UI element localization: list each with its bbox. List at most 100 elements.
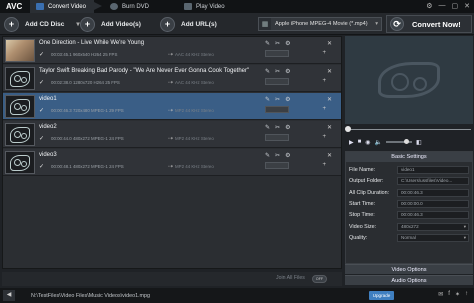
audio-track-select[interactable] [265,106,289,113]
setting-value[interactable]: 480x272 [397,222,469,231]
effects-icon[interactable]: ⚙ [285,68,290,75]
effects-icon[interactable]: ⚙ [285,152,290,159]
tab-burn-dvd[interactable]: Burn DVD [104,0,150,13]
setting-row: Quality: Normal [346,233,472,243]
convert-video-icon [36,3,44,10]
cut-icon[interactable]: ✂ [275,96,280,103]
file-row[interactable]: video2 ✓ 00:00:44.0 480x272 MPEG-1 24 FPS ⇢… [3,121,341,148]
setting-label: Start Time: [349,200,376,207]
tab-label: Convert Video [48,3,86,10]
seek-bar[interactable] [345,126,473,132]
facebook-icon[interactable]: f [448,291,450,298]
tab-convert-video[interactable]: Convert Video [30,0,102,13]
setting-row: Stop Time: 00:00:46.3 [346,210,472,220]
file-row[interactable]: One Direction - Live While We're Young ✓ 0… [3,37,341,64]
add-urls-button[interactable]: + Add URL(s) [160,16,217,32]
settings-icon[interactable]: ⚙ [426,2,432,10]
join-toggle[interactable]: OFF [312,275,327,283]
speaker-icon[interactable]: 🔈 [375,139,382,146]
setting-value[interactable]: 00:00:46.3 [397,188,469,197]
subtitle-icon[interactable]: ✎ [265,124,270,131]
chevron-down-icon: ▾ [375,21,378,27]
cut-icon[interactable]: ✂ [275,68,280,75]
effects-icon[interactable]: ⚙ [285,96,290,103]
output-profile-select[interactable]: ▦ Apple iPhone MPEG-4 Movie (*.mp4) ▾ [258,17,382,31]
add-cd-button[interactable]: + Add CD Disc ▾ [4,16,80,32]
checkbox-icon[interactable]: ✓ [39,79,44,86]
plus-icon: + [80,16,95,32]
add-icon[interactable]: + [322,50,326,56]
setting-row: Output Folder: C:\Users\ussfiles\Video... [346,176,472,186]
audio-info: MP2 44 KHz Stereo [175,164,214,169]
setting-value[interactable]: Normal [397,233,469,242]
setting-value[interactable]: video1 [397,166,469,174]
convert-now-button[interactable]: ⟳ Convert Now! [386,15,472,33]
add-icon[interactable]: + [322,134,326,140]
basic-settings-header[interactable]: Basic Settings [346,152,472,162]
add-icon[interactable]: + [322,78,326,84]
file-title: video2 [39,124,57,130]
close-icon[interactable]: ✕ [464,2,470,10]
audio-track-select[interactable] [265,50,289,57]
tab-play-video[interactable]: Play Video [178,0,238,13]
file-row[interactable]: video1 ✓ 00:00:46.3 720x480 MPEG-1 29 FPS ⇢… [3,93,341,120]
subtitle-icon[interactable]: ✎ [265,68,270,75]
audio-track-select[interactable] [265,78,289,85]
play-icon[interactable]: ▶ [349,139,354,146]
cut-icon[interactable]: ✂ [275,124,280,131]
mail-icon[interactable]: ✉ [438,291,443,298]
subtitle-icon[interactable]: ✎ [265,40,270,47]
stop-icon[interactable]: ■ [358,139,362,145]
audio-track-select[interactable] [265,134,289,141]
video-options-button[interactable]: Video Options [345,264,473,274]
back-icon[interactable]: ◀ [3,290,15,301]
screen-icon[interactable]: ◧ [416,139,422,146]
checkbox-icon[interactable]: ✓ [39,135,44,142]
arrow-icon: ⇢ [168,80,174,86]
maximize-icon[interactable]: ▢ [452,2,459,10]
close-icon[interactable]: ✕ [327,68,332,75]
close-icon[interactable]: ✕ [327,152,332,159]
setting-row: All Clip Duration: 00:00:46.3 [346,188,472,198]
cut-icon[interactable]: ✂ [275,40,280,47]
star-icon[interactable]: ✶ [455,291,460,298]
add-icon[interactable]: + [322,106,326,112]
play-icon [184,3,192,10]
checkbox-icon[interactable]: ✓ [39,107,44,114]
add-videos-button[interactable]: + Add Video(s) [80,16,141,32]
setting-label: All Clip Duration: [349,189,390,196]
upgrade-button[interactable]: Upgrade [369,291,394,300]
cut-icon[interactable]: ✂ [275,152,280,159]
audio-info: AAC 44 KHz Stereo [175,52,214,57]
profile-icon: ▦ [259,18,271,30]
audio-info: MP2 44 KHz Stereo [175,136,214,141]
effects-icon[interactable]: ⚙ [285,124,290,131]
add-icon[interactable]: + [322,162,326,168]
setting-value[interactable]: C:\Users\ussfiles\Video... [397,177,469,186]
file-row[interactable]: video3 ✓ 00:00:48.1 480x272 MPEG-1 24 FPS ⇢… [3,149,341,176]
convert-label: Convert Now! [412,19,461,29]
checkbox-icon[interactable]: ✓ [39,163,44,170]
seek-knob[interactable] [345,126,351,132]
status-icons: ✉ f ✶ ↑ [438,291,468,298]
audio-options-button[interactable]: Audio Options [345,275,473,285]
subtitle-icon[interactable]: ✎ [265,96,270,103]
close-icon[interactable]: ✕ [327,40,332,47]
close-icon[interactable]: ✕ [327,124,332,131]
setting-row: Video Size: 480x272 [346,222,472,232]
audio-track-select[interactable] [265,162,289,169]
setting-value[interactable]: 00:00:00.0 [397,199,469,208]
checkbox-icon[interactable]: ✓ [39,51,44,58]
file-row[interactable]: Taylor Swift Breaking Bad Parody - "We A… [3,65,341,92]
setting-value[interactable]: 00:00:46.3 [397,211,469,220]
source-info: 00:02:38.0 1280x720 H264 25 FPS [51,80,120,85]
effects-icon[interactable]: ⚙ [285,40,290,47]
minimize-icon[interactable]: — [439,2,446,10]
subtitle-icon[interactable]: ✎ [265,152,270,159]
disc-icon [110,3,118,10]
volume-slider[interactable] [385,139,412,144]
close-icon[interactable]: ✕ [327,96,332,103]
snapshot-icon[interactable]: ◉ [365,139,370,146]
up-arrow-icon[interactable]: ↑ [465,291,468,298]
setting-label: Stop Time: [349,212,375,219]
